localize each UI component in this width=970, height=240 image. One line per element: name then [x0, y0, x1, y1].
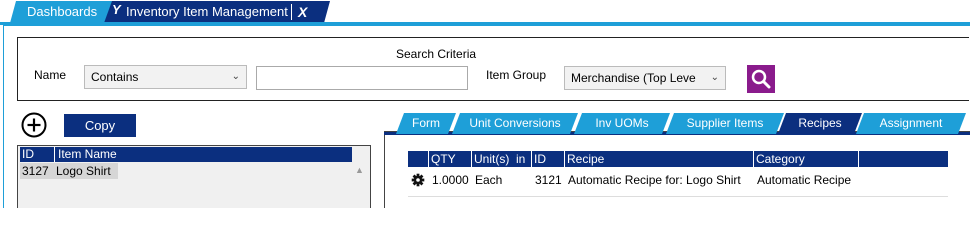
column-header-spacer — [858, 151, 861, 167]
recipe-id-cell: 3121 — [535, 173, 562, 187]
search-icon — [751, 69, 771, 89]
column-header-id[interactable]: ID — [531, 151, 546, 167]
gear-icon[interactable] — [411, 171, 425, 195]
name-search-input[interactable] — [256, 66, 468, 90]
tab-inventory-item-management[interactable]: Inventory Item Management X — [104, 1, 330, 23]
name-operator-select[interactable]: Contains ⌄ — [84, 65, 247, 89]
column-header-units[interactable]: Unit(s) — [471, 151, 509, 167]
item-id-cell: 3127 — [22, 164, 49, 178]
chevron-down-icon: ⌄ — [231, 71, 240, 82]
tab-inventory-label: Inventory Item Management — [126, 4, 288, 19]
grid-divider — [408, 196, 948, 197]
name-label: Name — [34, 68, 67, 82]
item-list-header: ID Item Name — [20, 147, 352, 162]
tab-supplier-items[interactable]: Supplier Items — [666, 113, 784, 134]
recipe-category-cell: Automatic Recipe — [757, 173, 852, 187]
tab-unit-conversions[interactable]: Unit Conversions — [452, 113, 578, 134]
copy-button[interactable]: Copy — [64, 114, 136, 137]
scroll-up-icon[interactable]: ▲ — [355, 165, 364, 175]
chevron-down-icon: ⌄ — [710, 72, 719, 83]
item-group-label: Item Group — [486, 68, 547, 82]
column-header-qty[interactable]: QTY — [428, 151, 456, 167]
y-logo-icon: Y — [112, 2, 121, 17]
column-header-id[interactable]: ID — [22, 147, 34, 162]
table-row[interactable]: 1.0000 Each 3121 Automatic Recipe for: L… — [408, 170, 948, 190]
item-list-scrollbar[interactable]: ▲ — [353, 162, 369, 208]
search-criteria-title: Search Criteria — [396, 47, 477, 61]
column-header-item-name[interactable]: Item Name — [54, 147, 117, 162]
column-header-in[interactable]: in — [514, 151, 525, 167]
item-name-cell: Logo Shirt — [56, 164, 111, 178]
table-row[interactable]: 3127 Logo Shirt — [20, 163, 118, 179]
recipe-qty-cell: 1.0000 — [432, 173, 469, 187]
recipe-name-cell: Automatic Recipe for: Logo Shirt — [568, 173, 741, 187]
recipes-grid-header: QTY Unit(s) in ID Recipe Category — [408, 151, 948, 167]
plus-circle-icon — [21, 112, 47, 138]
item-group-value: Merchandise (Top Leve — [571, 71, 696, 85]
tab-dashboards[interactable]: Dashboards — [10, 1, 120, 23]
close-tab-button[interactable]: X — [298, 1, 307, 23]
tab-form[interactable]: Form — [396, 113, 456, 134]
recipe-unit-cell: Each — [475, 173, 503, 187]
tab-dashboards-label: Dashboards — [27, 4, 98, 19]
tab-recipes[interactable]: Recipes — [778, 113, 862, 134]
name-operator-value: Contains — [91, 70, 139, 84]
add-item-button[interactable] — [20, 111, 48, 139]
column-header-recipe[interactable]: Recipe — [564, 151, 604, 167]
tab-inv-uoms[interactable]: Inv UOMs — [574, 113, 670, 134]
item-group-select[interactable]: Merchandise (Top Leve ⌄ — [564, 66, 726, 90]
search-button[interactable] — [747, 65, 775, 93]
tab-separator — [291, 4, 292, 20]
column-header-category[interactable]: Category — [753, 151, 805, 167]
tab-assignment[interactable]: Assignment — [856, 113, 966, 134]
